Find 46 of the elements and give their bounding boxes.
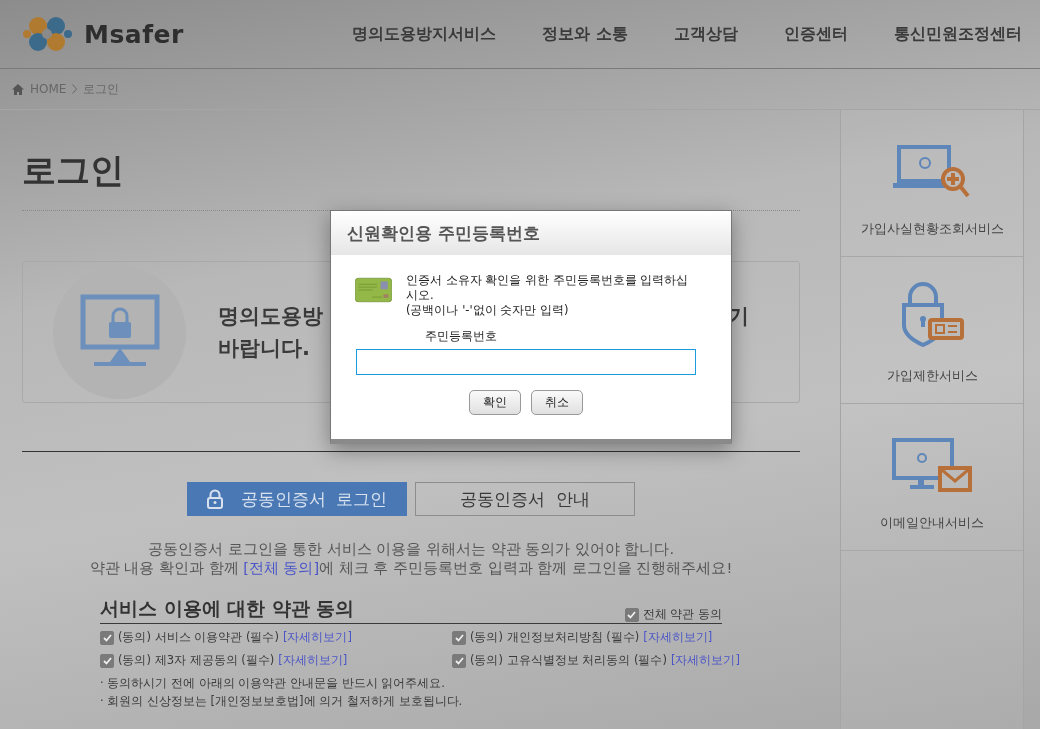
- login-tab[interactable]: 공동인증서 로그인: [187, 482, 407, 516]
- notice-text: 바랍니다.: [218, 335, 310, 362]
- chevron-icon: [72, 84, 78, 94]
- checkbox-label: (동의) 서비스 이용약관 (필수): [118, 630, 279, 645]
- laptop-magnifier-icon: [893, 145, 971, 200]
- nav-link[interactable]: 인증센터: [784, 23, 848, 45]
- checkbox[interactable]: [624, 607, 639, 622]
- service-item[interactable]: 가입제한서비스: [841, 257, 1023, 404]
- dialog-button[interactable]: 확인: [468, 390, 521, 415]
- dialog-button[interactable]: 취소: [530, 390, 583, 415]
- checkbox[interactable]: [452, 630, 466, 645]
- nav-link[interactable]: 고객상담: [674, 23, 738, 45]
- checkbox[interactable]: [100, 653, 114, 668]
- details-link[interactable]: [자세히보기]: [643, 630, 713, 645]
- logo-text[interactable]: Msafer: [84, 19, 184, 49]
- dialog-hint: (공백이나 '-'없이 숫자만 입력): [406, 303, 570, 318]
- agree-all-link[interactable]: [전체 동의]: [243, 560, 320, 576]
- checkbox-label: (동의) 제3자 제공동의 (필수): [118, 653, 275, 668]
- id-number-field[interactable]: [356, 349, 696, 375]
- dialog-message: 인증서 소유자 확인을 위한 주민등록번호를 입력하십시오.: [406, 273, 690, 303]
- service-item[interactable]: 이메일안내서비스: [841, 404, 1023, 551]
- checkbox-label: 전체 약관 동의: [642, 607, 722, 622]
- terms-title: 서비스 이용에 대한 약관 동의: [100, 596, 355, 621]
- dialog-title: 신원확인용 주민등록번호: [347, 221, 540, 245]
- lock-icon: [206, 489, 223, 509]
- home-icon[interactable]: [12, 83, 24, 95]
- details-link[interactable]: [자세히보기]: [670, 653, 740, 668]
- checkbox[interactable]: [452, 653, 466, 668]
- nav-link[interactable]: 정보와 소통: [542, 23, 628, 45]
- field-label: 주민등록번호: [425, 329, 498, 344]
- nav-link[interactable]: 통신민원조정센터: [894, 23, 1022, 45]
- details-link[interactable]: [자세히보기]: [278, 653, 348, 668]
- login-tab[interactable]: 공동인증서 안내: [415, 482, 635, 516]
- note-text: · 회원의 신상정보는 [개인정보보호법]에 의거 철저하게 보호됩니다.: [100, 694, 464, 709]
- details-link[interactable]: [자세히보기]: [282, 630, 352, 645]
- note-text: · 동의하시기 전에 아래의 이용약관 안내문을 반드시 읽어주세요.: [100, 676, 446, 691]
- service-item[interactable]: 가입사실현황조회서비스: [841, 110, 1023, 257]
- padlock-card-icon: [900, 281, 964, 347]
- nav-link[interactable]: 명의도용방지서비스: [352, 23, 497, 45]
- checkbox-label: (동의) 개인정보처리방침 (필수): [470, 630, 640, 645]
- intro-text: 공동인증서 로그인을 통한 서비스 이용을 위해서는 약관 동의가 있어야 합니다.: [146, 540, 676, 559]
- checkbox[interactable]: [100, 630, 114, 645]
- notice-text: 명의도용방: [218, 303, 323, 330]
- checkbox-label: (동의) 고유식별정보 처리동의 (필수): [470, 653, 667, 668]
- monitor-mail-icon: [892, 438, 972, 494]
- intro-text: 약관 내용 확인과 함께 [전체 동의]에 체크 후 주민등록번호 입력과 함께 로그인을 진행해주세요!: [88, 559, 734, 578]
